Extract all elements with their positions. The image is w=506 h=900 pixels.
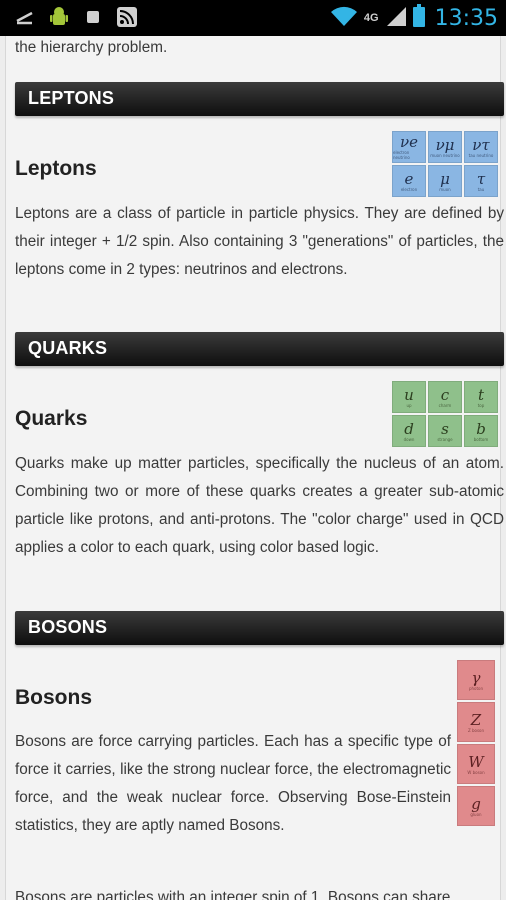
quark-cell: d down — [392, 415, 426, 447]
lepton-cell: ντ tau neutrino — [464, 131, 498, 163]
bosons-heading: Bosons — [15, 686, 93, 709]
bosons-banner-label: BOSONS — [28, 617, 108, 637]
quarks-heading: Quarks — [15, 407, 88, 430]
bosons-banner: BOSONS — [15, 611, 504, 645]
quark-cell: u up — [392, 381, 426, 413]
clock: 13:35 — [434, 5, 498, 31]
article-column: the hierarchy problem. LEPTONS Leptons ν… — [5, 36, 504, 900]
network-type: 4G — [363, 12, 379, 24]
battery-icon — [412, 4, 425, 32]
quarks-body-text: Quarks make up matter particles, specifi… — [15, 455, 504, 556]
leptons-heading: Leptons — [15, 157, 97, 180]
lepton-cell: τ tau — [464, 165, 498, 197]
boson-cell: WW boson — [457, 744, 495, 784]
bosons-body-text: Bosons are force carrying particles. Eac… — [15, 733, 451, 834]
leptons-table-image: νe electron neutrino νμ muon neutrino ντ ta… — [392, 131, 498, 197]
rss-icon — [116, 6, 138, 28]
stop-icon — [82, 6, 104, 28]
quarks-banner: QUARKS — [15, 332, 504, 366]
lepton-cell: μ muon — [428, 165, 462, 197]
boson-cell: ZZ boson — [457, 702, 495, 742]
quarks-banner-label: QUARKS — [28, 338, 108, 358]
quark-cell: s strange — [428, 415, 462, 447]
usb-debug-icon — [14, 6, 36, 28]
footer-partial-text: Bosons are particles with an integer spi… — [15, 889, 451, 900]
android-icon — [48, 6, 70, 28]
lepton-cell: e electron — [392, 165, 426, 197]
boson-cell: γ photon — [457, 660, 495, 700]
bosons-table-image: γ photon ZZ boson WW boson g gluon — [457, 660, 495, 826]
leptons-banner: LEPTONS — [15, 82, 504, 116]
leptons-banner-label: LEPTONS — [28, 88, 115, 108]
wifi-icon — [330, 5, 358, 31]
lepton-cell: νμ muon neutrino — [428, 131, 462, 163]
quark-cell: b bottom — [464, 415, 498, 447]
boson-cell: g gluon — [457, 786, 495, 826]
lepton-cell: νe electron neutrino — [392, 131, 426, 163]
article-page[interactable]: the hierarchy problem. LEPTONS Leptons ν… — [0, 36, 506, 900]
status-bar: 4G 13:35 — [0, 0, 506, 36]
leptons-body-text: Leptons are a class of particle in parti… — [15, 205, 504, 278]
quarks-table-image: u up c charm t top d down s strange b bottom — [392, 381, 498, 447]
signal-icon — [385, 5, 407, 31]
quark-cell: t top — [464, 381, 498, 413]
quark-cell: c charm — [428, 381, 462, 413]
intro-tail-text: the hierarchy problem. — [15, 39, 168, 56]
